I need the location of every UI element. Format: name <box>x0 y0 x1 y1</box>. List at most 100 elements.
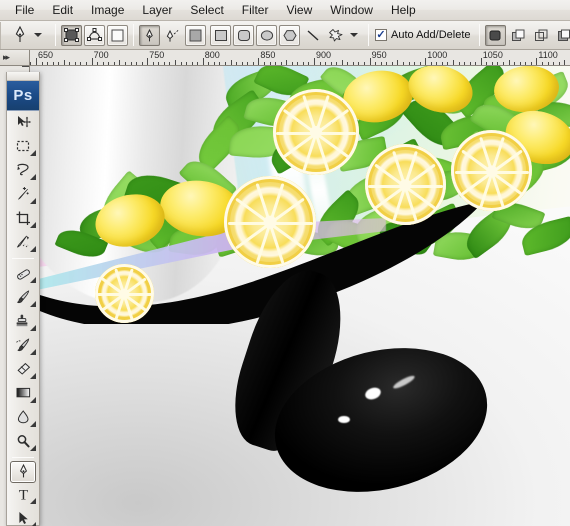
tool-flyout-indicator-icon[interactable] <box>30 325 36 331</box>
ellipse-icon <box>260 29 273 41</box>
toolbar-separator <box>368 24 369 46</box>
options-bar-grip[interactable] <box>0 21 1 49</box>
ruler-tick-minor <box>397 60 399 65</box>
tools-panel-grip[interactable] <box>7 72 39 81</box>
ruler-tick-minor <box>302 62 304 65</box>
slice-tool[interactable] <box>7 231 39 255</box>
ruler-label: 1100 <box>538 50 558 60</box>
menu-window[interactable]: Window <box>321 1 382 20</box>
checkbox-box[interactable]: ✓ <box>375 29 387 41</box>
clone-stamp-tool[interactable] <box>7 310 39 334</box>
pen-tool-button[interactable] <box>139 24 160 46</box>
chevron-down-icon[interactable] <box>350 33 358 37</box>
subtract-from-shape-icon <box>512 29 525 41</box>
document-canvas[interactable] <box>30 66 570 526</box>
tool-flyout-indicator-icon[interactable] <box>30 349 36 355</box>
ruler-tick-major <box>202 58 204 65</box>
ellipse-tool-button[interactable] <box>256 24 277 46</box>
shape-layers-button[interactable] <box>61 24 82 46</box>
tool-flyout-indicator-icon[interactable] <box>30 174 36 180</box>
gradient-tool[interactable] <box>7 382 39 406</box>
intersect-shape-areas-button[interactable] <box>531 25 552 46</box>
tool-flyout-indicator-icon[interactable] <box>30 397 36 403</box>
tool-flyout-indicator-icon[interactable] <box>30 198 36 204</box>
brush-tool[interactable] <box>7 286 39 310</box>
ruler-tick-minor <box>308 62 310 65</box>
custom-shape-tool-button[interactable] <box>325 25 346 46</box>
menu-filter[interactable]: Filter <box>233 1 278 20</box>
spot-healing-brush-tool[interactable] <box>7 262 39 286</box>
menu-view[interactable]: View <box>277 1 321 20</box>
tool-flyout-indicator-icon[interactable] <box>30 445 36 451</box>
horizontal-type-tool[interactable]: T <box>7 483 39 507</box>
tool-flyout-indicator-icon[interactable] <box>30 421 36 427</box>
ruler-tick-minor <box>241 62 243 65</box>
eraser-tool[interactable] <box>7 358 39 382</box>
ruler-tick-minor <box>486 62 488 65</box>
pen-icon <box>15 463 32 482</box>
ruler-tick-minor <box>352 62 354 65</box>
toolbar-separator <box>478 24 480 46</box>
menu-file[interactable]: File <box>6 1 43 20</box>
ruler-tick-minor <box>275 62 277 65</box>
menu-image[interactable]: Image <box>82 1 133 20</box>
options-bar: ✓ Auto Add/Delete <box>0 21 570 50</box>
ruler-tick-minor <box>436 62 438 65</box>
lasso-tool[interactable] <box>7 159 39 183</box>
tool-flyout-indicator-icon[interactable] <box>30 150 36 156</box>
ruler-tick-minor <box>191 62 193 65</box>
auto-add-delete-checkbox[interactable]: ✓ Auto Add/Delete <box>375 29 471 41</box>
subtract-from-shape-button[interactable] <box>508 25 529 46</box>
ruler-tick-minor <box>414 62 416 65</box>
line-tool-button[interactable] <box>302 25 323 46</box>
blur-tool[interactable] <box>7 406 39 430</box>
rectangular-marquee-tool[interactable] <box>7 135 39 159</box>
ruler-tick-minor <box>124 62 126 65</box>
lemon-slice <box>224 176 317 269</box>
dodge-tool[interactable] <box>7 430 39 454</box>
exclude-overlapping-button[interactable] <box>554 25 570 46</box>
paths-button[interactable] <box>84 24 105 46</box>
freeform-pen-icon <box>166 28 179 42</box>
tool-flyout-indicator-icon[interactable] <box>30 522 36 526</box>
menu-layer[interactable]: Layer <box>133 1 181 20</box>
fill-pixels-button[interactable] <box>107 24 128 46</box>
tools-divider <box>12 258 34 259</box>
pen-tool[interactable] <box>10 461 36 483</box>
artwork <box>30 66 570 526</box>
rounded-rectangle-icon <box>237 29 250 41</box>
add-to-shape-area-button[interactable] <box>484 24 506 46</box>
ruler-tick-minor <box>469 62 471 65</box>
tool-preset-picker[interactable] <box>3 24 51 46</box>
tool-flyout-indicator-icon[interactable] <box>30 246 36 252</box>
ruler-label: 1050 <box>482 50 503 60</box>
ruler-tick-minor <box>475 62 477 65</box>
polygon-tool-button[interactable] <box>279 24 300 46</box>
history-brush-tool[interactable] <box>7 334 39 358</box>
freeform-pen-tool-button[interactable] <box>162 25 183 46</box>
menu-help[interactable]: Help <box>382 1 425 20</box>
crop-tool[interactable] <box>7 207 39 231</box>
ruler-label: 650 <box>38 50 54 60</box>
horizontal-ruler[interactable]: 6507007508008509009501000105011001150 <box>0 50 570 66</box>
menu-edit[interactable]: Edit <box>43 1 82 20</box>
menu-select[interactable]: Select <box>181 1 232 20</box>
ruler-tick-minor <box>136 62 138 65</box>
ruler-tick-minor <box>380 62 382 65</box>
ruler-origin-corner[interactable]: ▸▸ <box>0 50 30 66</box>
ruler-tick-minor <box>503 62 505 65</box>
rectangle-tool-button[interactable] <box>210 24 231 46</box>
ruler-tick-minor <box>230 60 232 65</box>
ruler-tick-minor <box>558 62 560 65</box>
tool-flyout-indicator-icon[interactable] <box>30 277 36 283</box>
rounded-rectangle-tool-button[interactable] <box>233 24 254 46</box>
move-tool[interactable] <box>7 111 39 135</box>
tool-flyout-indicator-icon[interactable] <box>30 301 36 307</box>
chevron-down-icon[interactable] <box>34 33 42 37</box>
shape-fill-swatch[interactable] <box>185 24 206 46</box>
path-selection-tool[interactable] <box>7 507 39 526</box>
magic-wand-tool[interactable] <box>7 183 39 207</box>
tool-flyout-indicator-icon[interactable] <box>30 373 36 379</box>
tool-flyout-indicator-icon[interactable] <box>30 498 36 504</box>
tool-flyout-indicator-icon[interactable] <box>30 222 36 228</box>
